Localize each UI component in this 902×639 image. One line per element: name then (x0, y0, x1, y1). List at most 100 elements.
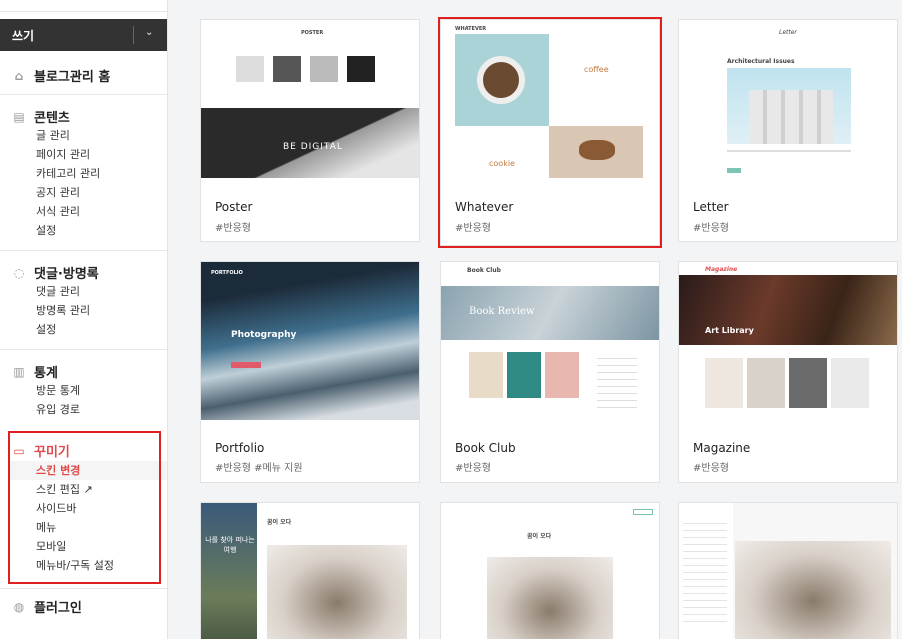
skin-name: Portfolio (215, 441, 265, 455)
skin-thumbnail: 나를 찾아 떠나는 여행 꿈이 오다 (201, 503, 419, 639)
skin-tag: #반응형 #메뉴 지원 (215, 463, 303, 474)
skin-card-whatever[interactable]: WHATEVER coffee cookie Whatever #반응형 (438, 17, 662, 248)
sidebar-item-visit-stats[interactable]: 방문 통계 (36, 381, 80, 400)
sidebar-item-home[interactable]: ⌂ 블로그관리 홈 (12, 66, 111, 86)
skin-card-letter[interactable]: Letter Architectural Issues Letter #반응형 (678, 19, 898, 242)
thumb-button (231, 362, 261, 368)
cookie-stack (579, 140, 615, 160)
write-button[interactable]: 쓰기 ⌄ (0, 19, 167, 51)
thumb-title: Architectural Issues (727, 58, 795, 65)
skin-tag: #반응형 (215, 223, 251, 234)
skin-tag: #반응형 (693, 463, 729, 474)
skin-tag: #반응형 (455, 223, 491, 234)
thumb-image (705, 358, 743, 408)
write-button-divider (133, 26, 134, 44)
sidebar-section-stats: ▥ 통계 방문 통계 유입 경로 (0, 349, 167, 429)
sidebar-home-label: 블로그관리 홈 (34, 70, 111, 85)
section-items: 방문 통계 유입 경로 (36, 381, 80, 419)
thumb-header: Magazine (705, 266, 738, 273)
sidebar-section-head[interactable]: ▥ 통계 (12, 362, 58, 382)
skin-name: Letter (693, 200, 729, 214)
skin-card-book-club[interactable]: Book Club Book Review Book Club #반응형 (440, 261, 660, 483)
sidebar-section-comments: ◌ 댓글·방명록 댓글 관리 방명록 관리 설정 (0, 250, 167, 349)
chart-icon: ▥ (13, 364, 25, 379)
skin-thumbnail: Letter Architectural Issues (679, 20, 897, 178)
home-icon: ⌂ (14, 68, 24, 83)
thumb-image (273, 56, 301, 82)
thumb-image (789, 358, 827, 408)
skin-card-poster[interactable]: POSTER BE DIGITAL Poster #반응형 (200, 19, 420, 242)
thumb-image (347, 56, 375, 82)
book-list (597, 352, 637, 412)
thumb-cat-image (267, 545, 407, 639)
skin-thumbnail: Book Club Book Review (441, 262, 659, 420)
section-title: 댓글·방명록 (34, 267, 99, 282)
sidebar-item-categories[interactable]: 카테고리 관리 (36, 164, 100, 183)
plugin-icon: ◍ (13, 599, 25, 614)
thumb-side-image (201, 503, 257, 639)
thumb-header: PORTFOLIO (211, 270, 243, 276)
thumb-button (633, 509, 653, 515)
skin-card-portfolio[interactable]: PORTFOLIO Photography Portfolio #반응형 #메뉴… (200, 261, 420, 483)
thumb-title: Photography (231, 330, 297, 340)
skin-name: Whatever (455, 200, 514, 214)
skin-gallery: POSTER BE DIGITAL Poster #반응형 WHATEVER c… (168, 0, 902, 639)
section-items: 글 관리 페이지 관리 카테고리 관리 공지 관리 서식 관리 설정 (36, 126, 100, 240)
thumb-line (727, 150, 851, 152)
thumb-hero-text: BE DIGITAL (283, 142, 343, 152)
skin-thumbnail: WHATEVER coffee cookie (441, 20, 659, 178)
skin-tag: #반응형 (455, 463, 491, 474)
book-cover (507, 352, 541, 398)
sidebar-item-templates[interactable]: 서식 관리 (36, 202, 100, 221)
book-cover (545, 352, 579, 398)
sidebar-item-posts[interactable]: 글 관리 (36, 126, 100, 145)
book-cover (469, 352, 503, 398)
sidebar-section-head[interactable]: ◍ 플러그인 (12, 597, 82, 617)
skin-card-row3-3[interactable] (678, 502, 898, 639)
thumb-text-coffee: coffee (584, 65, 609, 74)
thumb-text-column (683, 517, 727, 627)
skin-name: Book Club (455, 441, 516, 455)
sidebar: 쓰기 ⌄ ⌂ 블로그관리 홈 ▤ 콘텐츠 글 관리 페이지 관리 카테고리 관리… (0, 0, 168, 639)
skin-thumbnail: Magazine Art Library (679, 262, 897, 420)
thumb-building (749, 90, 833, 144)
thumb-header: Letter (779, 29, 797, 36)
chevron-down-icon[interactable]: ⌄ (145, 27, 153, 38)
sidebar-item-notices[interactable]: 공지 관리 (36, 183, 100, 202)
thumb-image (831, 358, 869, 408)
skin-thumbnail: 꿈이 오다 (441, 503, 659, 639)
sidebar-item-pages[interactable]: 페이지 관리 (36, 145, 100, 164)
skin-card-magazine[interactable]: Magazine Art Library Magazine #반응형 (678, 261, 898, 483)
sidebar-item-guestbook[interactable]: 방명록 관리 (36, 301, 90, 320)
skin-name: Magazine (693, 441, 751, 455)
sidebar-section-plugins: ◍ 플러그인 (0, 588, 167, 639)
sidebar-item-comments[interactable]: 댓글 관리 (36, 282, 90, 301)
thumb-image (236, 56, 264, 82)
coffee-cup (477, 56, 525, 104)
thumb-side-text: 나를 찾아 떠나는 여행 (205, 536, 255, 554)
annotation-box (8, 431, 161, 584)
sidebar-item-settings[interactable]: 설정 (36, 221, 100, 240)
section-items: 댓글 관리 방명록 관리 설정 (36, 282, 90, 339)
skin-thumbnail (679, 503, 897, 639)
sidebar-section-head[interactable]: ◌ 댓글·방명록 (12, 263, 99, 283)
thumb-header: WHATEVER (455, 26, 487, 32)
thumb-header: Book Club (467, 267, 501, 274)
sidebar-top-divider (0, 0, 167, 12)
thumb-button (727, 168, 741, 173)
skin-tag: #반응형 (693, 223, 729, 234)
sidebar-item-referrers[interactable]: 유입 경로 (36, 400, 80, 419)
skin-card-row3-2[interactable]: 꿈이 오다 (440, 502, 660, 639)
skin-card-row3-1[interactable]: 나를 찾아 떠나는 여행 꿈이 오다 (200, 502, 420, 639)
thumb-cat-image (735, 541, 891, 639)
thumb-header: POSTER (301, 30, 324, 36)
section-title: 콘텐츠 (34, 111, 70, 126)
thumb-title: 꿈이 오다 (527, 533, 552, 540)
section-title: 통계 (34, 366, 58, 381)
sidebar-item-comment-settings[interactable]: 설정 (36, 320, 90, 339)
document-icon: ▤ (13, 109, 25, 124)
write-button-label: 쓰기 (12, 28, 35, 43)
thumb-title: 꿈이 오다 (267, 519, 292, 526)
thumb-text-cookie: cookie (489, 159, 515, 168)
sidebar-section-head[interactable]: ▤ 콘텐츠 (12, 107, 70, 127)
